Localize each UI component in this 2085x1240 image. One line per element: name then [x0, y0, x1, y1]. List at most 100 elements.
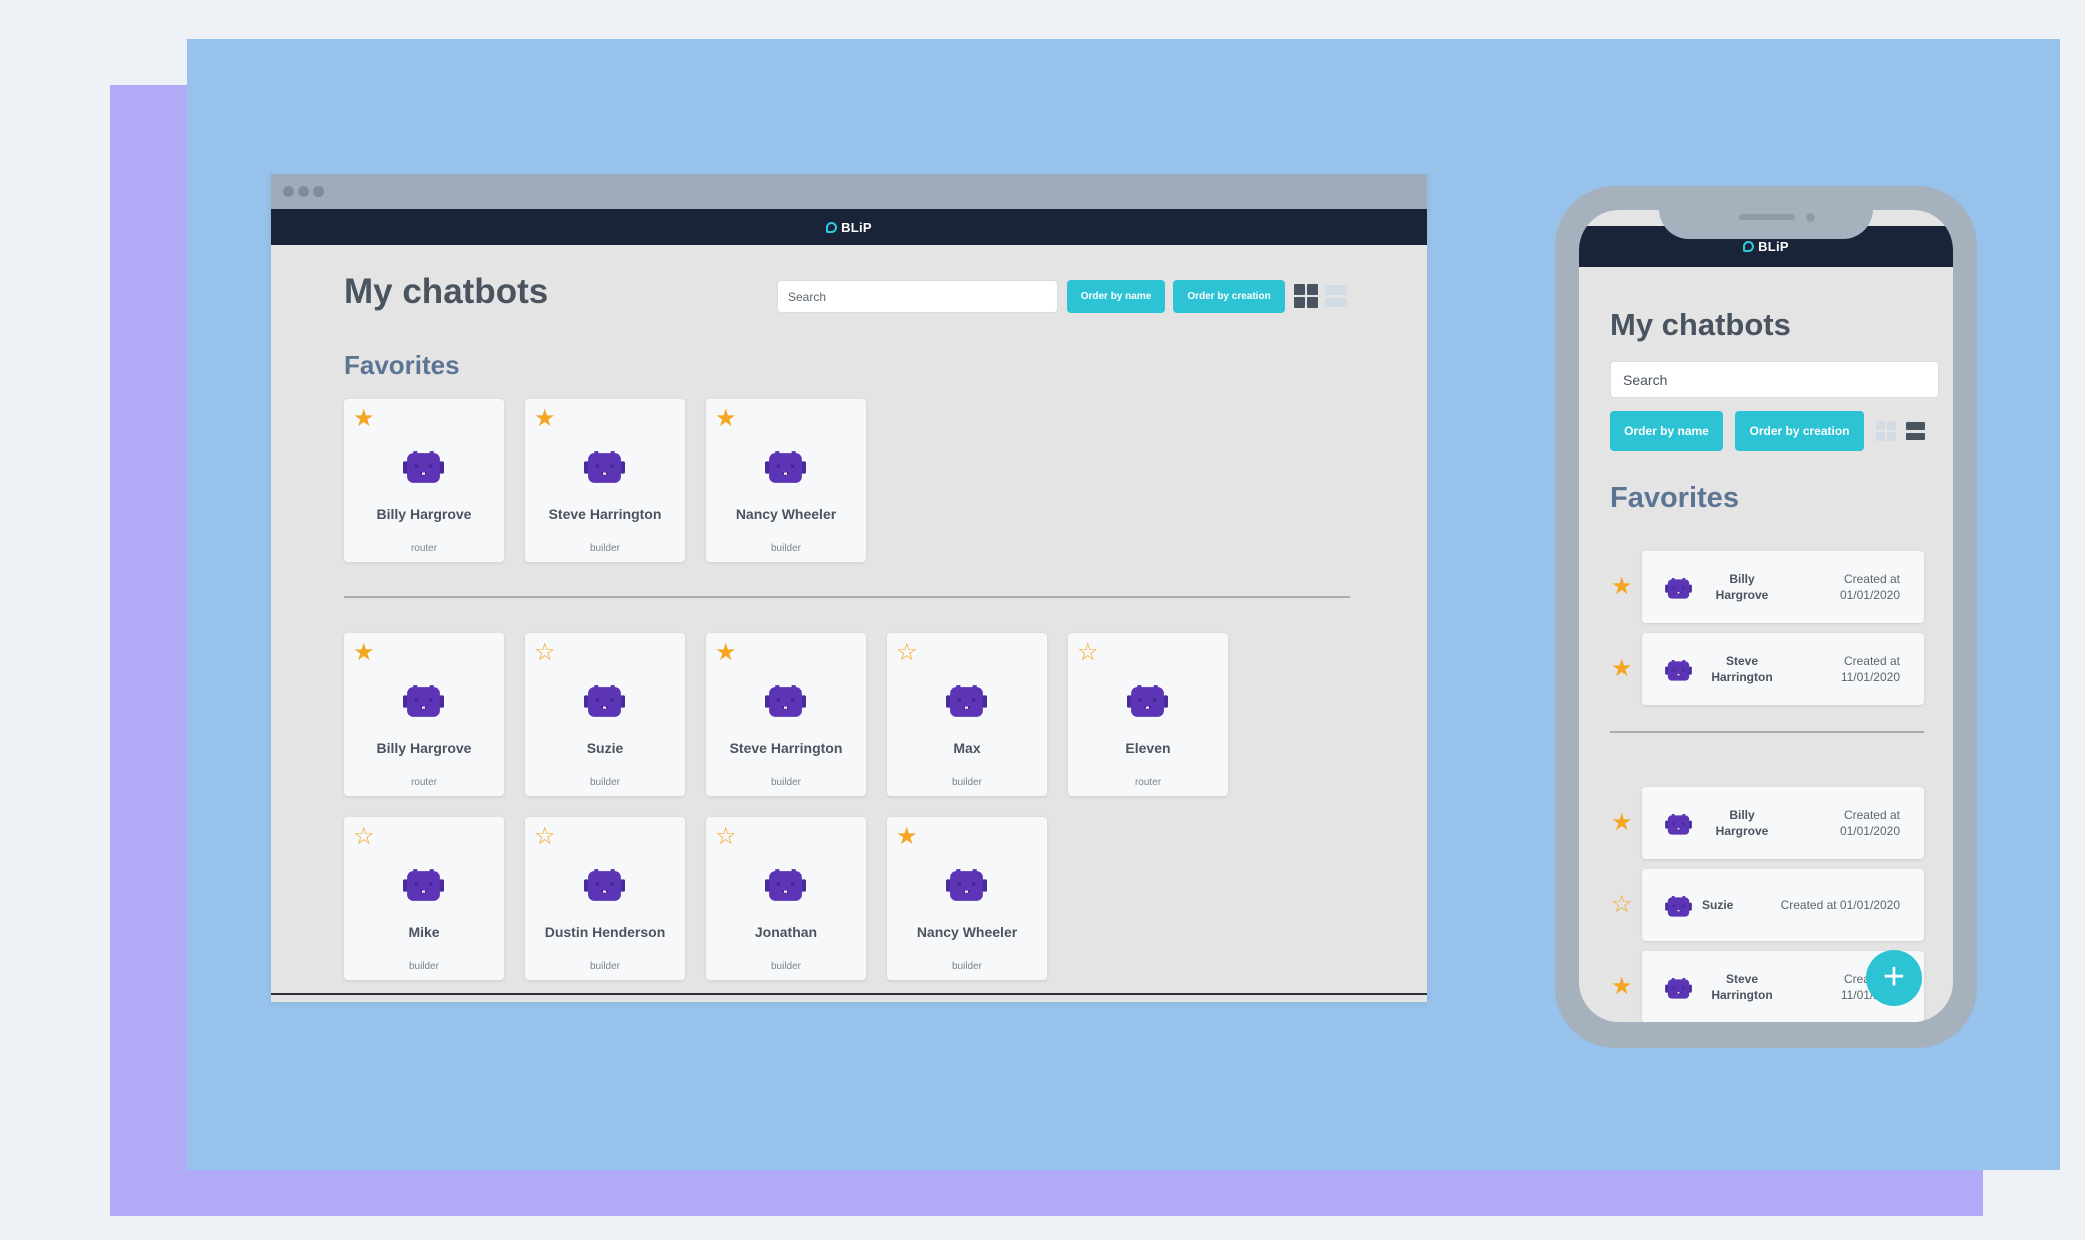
svg-text:×: ×	[1672, 667, 1676, 673]
bot-card[interactable]: ☆ × × Suzie builder	[525, 633, 685, 796]
logo-text: BLiP	[1758, 239, 1789, 254]
bot-card[interactable]: ☆ × × Max builder	[887, 633, 1047, 796]
window-dot-icon	[298, 186, 309, 197]
mobile-phone-mockup: BLiP My chatbots Search Order by name Or…	[1555, 186, 1977, 1048]
bot-name: Suzie	[586, 740, 624, 756]
bot-card[interactable]: ★ × × Nancy Wheeler builder	[706, 399, 866, 562]
top-navbar: BLiP	[271, 209, 1427, 245]
desktop-browser-mockup: BLiP My chatbots Search Order by name Or…	[271, 174, 1427, 1002]
list-item[interactable]: × × Billy Hargrove Created at 01/01/2020	[1642, 787, 1924, 859]
bot-avatar-icon: × ×	[403, 451, 444, 485]
star-outline-icon[interactable]: ☆	[715, 825, 737, 849]
bot-name: Max	[953, 740, 981, 756]
bot-avatar-icon: × ×	[765, 869, 806, 903]
order-by-creation-button[interactable]: Order by creation	[1173, 280, 1285, 313]
bot-card[interactable]: ★ × × Nancy Wheeler builder	[887, 817, 1047, 980]
star-filled-icon[interactable]: ★	[353, 407, 375, 431]
bot-name: Billy Hargrove	[376, 740, 472, 756]
bot-avatar-icon: × ×	[403, 869, 444, 903]
star-filled-icon[interactable]: ★	[896, 825, 918, 849]
star-filled-icon[interactable]: ★	[1611, 975, 1633, 999]
bot-card[interactable]: ★ × × Steve Harrington builder	[525, 399, 685, 562]
grid-view-icon[interactable]	[1294, 284, 1318, 308]
bot-role: builder	[589, 961, 621, 972]
star-filled-icon[interactable]: ★	[1611, 811, 1633, 835]
star-filled-icon[interactable]: ★	[715, 641, 737, 665]
bot-avatar-icon: × ×	[1665, 896, 1692, 918]
phone-camera	[1806, 213, 1815, 222]
svg-text:×: ×	[428, 880, 434, 889]
phone-speaker	[1739, 214, 1795, 220]
bot-role: router	[1134, 777, 1162, 788]
browser-bottom-edge	[271, 993, 1427, 995]
phone-notch	[1659, 186, 1873, 239]
add-bot-button[interactable]: +	[1866, 950, 1922, 1006]
svg-text:×: ×	[413, 696, 419, 705]
star-filled-icon[interactable]: ★	[1611, 657, 1633, 681]
bot-role: router	[410, 777, 438, 788]
svg-text:×: ×	[609, 696, 615, 705]
star-filled-icon[interactable]: ★	[1611, 575, 1633, 599]
star-filled-icon[interactable]: ★	[715, 407, 737, 431]
bot-name: Jonathan	[754, 924, 818, 940]
bot-role: builder	[589, 777, 621, 788]
star-outline-icon[interactable]: ☆	[1077, 641, 1099, 665]
svg-text:×: ×	[1681, 667, 1685, 673]
list-item[interactable]: × × Suzie Created at 01/01/2020	[1642, 869, 1924, 941]
bot-name: Mike	[408, 924, 440, 940]
svg-text:×: ×	[971, 880, 977, 889]
bot-avatar-icon: × ×	[1665, 978, 1692, 1000]
bot-name: Billy Hargrove	[1715, 808, 1769, 838]
svg-text:×: ×	[775, 696, 781, 705]
bot-created-date: Created at 11/01/2020	[1840, 654, 1900, 684]
mobile-order-by-creation-button[interactable]: Order by creation	[1735, 411, 1864, 451]
star-outline-icon[interactable]: ☆	[534, 825, 556, 849]
list-item[interactable]	[1642, 1020, 1924, 1022]
bot-role: builder	[408, 961, 440, 972]
star-outline-icon[interactable]: ☆	[896, 641, 918, 665]
bot-avatar-icon: × ×	[946, 869, 987, 903]
svg-text:×: ×	[413, 462, 419, 471]
svg-text:×: ×	[609, 880, 615, 889]
browser-chrome	[271, 174, 1427, 209]
list-item[interactable]: × × Billy Hargrove Created at 01/01/2020	[1642, 551, 1924, 623]
mobile-order-by-name-button[interactable]: Order by name	[1610, 411, 1723, 451]
bot-card[interactable]: ☆ × × Jonathan builder	[706, 817, 866, 980]
list-view-icon[interactable]	[1325, 285, 1347, 307]
svg-text:×: ×	[1152, 696, 1158, 705]
bot-role: builder	[951, 961, 983, 972]
bot-card[interactable]: ☆ × × Dustin Henderson builder	[525, 817, 685, 980]
svg-text:×: ×	[1672, 903, 1676, 909]
bot-card[interactable]: ☆ × × Mike builder	[344, 817, 504, 980]
star-outline-icon[interactable]: ☆	[534, 641, 556, 665]
mobile-search-input[interactable]: Search	[1610, 361, 1939, 398]
svg-text:×: ×	[428, 462, 434, 471]
logo-text: BLiP	[841, 219, 872, 235]
order-by-name-button[interactable]: Order by name	[1067, 280, 1165, 313]
bot-card[interactable]: ☆ × × Eleven router	[1068, 633, 1228, 796]
bot-card[interactable]: ★ × × Steve Harrington builder	[706, 633, 866, 796]
list-item[interactable]: ××Steve HarringtonCreated at 11/01/2020	[1642, 633, 1924, 705]
svg-text:×: ×	[1672, 985, 1676, 991]
section-divider	[344, 596, 1350, 598]
bot-role: builder	[589, 543, 621, 554]
star-outline-icon[interactable]: ☆	[353, 825, 375, 849]
svg-text:×: ×	[1137, 696, 1143, 705]
bot-name: Nancy Wheeler	[735, 506, 837, 522]
star-filled-icon[interactable]: ★	[353, 641, 375, 665]
svg-text:×: ×	[1681, 985, 1685, 991]
bot-card[interactable]: ★ × × Billy Hargrove router	[344, 633, 504, 796]
chat-bubble-icon	[1743, 241, 1755, 252]
bot-name: Steve Harrington	[548, 506, 662, 522]
mobile-list-view-icon[interactable]	[1906, 422, 1925, 440]
bot-avatar-icon: × ×	[1127, 685, 1168, 719]
bot-avatar-icon: × ×	[403, 685, 444, 719]
search-input[interactable]: Search	[777, 280, 1058, 313]
blip-logo[interactable]: BLiP	[826, 220, 872, 235]
bot-card[interactable]: ★ × × Billy Hargrove router	[344, 399, 504, 562]
star-outline-icon[interactable]: ☆	[1611, 893, 1633, 917]
blip-logo[interactable]: BLiP	[1743, 239, 1789, 254]
svg-text:×: ×	[1672, 585, 1676, 591]
mobile-grid-view-icon[interactable]	[1876, 421, 1896, 441]
star-filled-icon[interactable]: ★	[534, 407, 556, 431]
